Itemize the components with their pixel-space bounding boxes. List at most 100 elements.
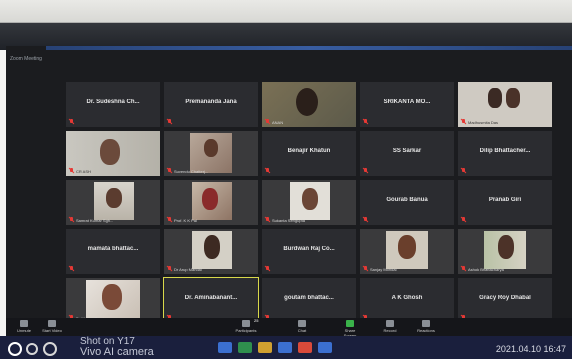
participant-label: Suvendu Chatterj... bbox=[174, 169, 209, 174]
participant-video-tile[interactable]: Dr Arup Mandal bbox=[164, 229, 258, 274]
taskbar-app-icon[interactable] bbox=[218, 342, 232, 353]
participant-video-tile[interactable]: CR ASH bbox=[66, 131, 160, 176]
top-caption bbox=[0, 0, 572, 24]
participant-name: goutam bhattac... bbox=[284, 295, 334, 301]
participant-name: Dr. Aminabanant... bbox=[184, 295, 238, 301]
search-icon[interactable] bbox=[26, 343, 38, 355]
participant-name: SS Sarkar bbox=[392, 148, 422, 154]
record-label: Record bbox=[383, 328, 397, 333]
start-video-label: Start Video bbox=[42, 328, 62, 333]
participant-tile[interactable]: Burdwan Raj Co... bbox=[262, 229, 356, 274]
window-title: Zoom Meeting bbox=[10, 56, 42, 62]
participant-face bbox=[506, 88, 520, 108]
muted-mic-icon bbox=[167, 217, 172, 222]
participants-icon bbox=[242, 320, 250, 327]
participant-video-tile[interactable]: Ashok Bhattacharya bbox=[458, 229, 552, 274]
start-icon[interactable] bbox=[8, 342, 22, 356]
participant-label: Sanjay Mondal bbox=[370, 267, 397, 272]
muted-mic-icon bbox=[265, 266, 270, 271]
muted-mic-icon bbox=[69, 168, 74, 173]
participant-name: Dr. Sudeshna Ch... bbox=[86, 99, 140, 105]
participant-label: Prof. K K Pal bbox=[174, 218, 197, 223]
unmute-button[interactable]: Unmute bbox=[12, 320, 36, 333]
participants-label: Participants bbox=[235, 328, 257, 333]
muted-mic-icon bbox=[167, 266, 172, 271]
participant-tile[interactable]: Benajir Khatun bbox=[262, 131, 356, 176]
muted-mic-icon bbox=[69, 119, 74, 124]
muted-mic-icon bbox=[363, 217, 368, 222]
participant-name: Premananda Jana bbox=[185, 99, 237, 105]
muted-mic-icon bbox=[363, 119, 368, 124]
participant-name: Dilip Bhattacher... bbox=[479, 148, 531, 154]
participant-tile[interactable]: Pranab Giri bbox=[458, 180, 552, 225]
participant-tile[interactable]: Gourab Banua bbox=[360, 180, 454, 225]
zoom-window: Zoom Meeting Dr. Sudeshna Ch... Premanan… bbox=[6, 46, 572, 336]
muted-mic-icon bbox=[265, 119, 270, 124]
participant-video-tile[interactable]: Samrat Kumar Sgh... bbox=[66, 180, 160, 225]
participant-tile[interactable]: Dilip Bhattacher... bbox=[458, 131, 552, 176]
muted-mic-icon bbox=[461, 217, 466, 222]
record-button[interactable]: Record bbox=[378, 320, 402, 333]
participant-label: ANAN bbox=[272, 120, 284, 125]
record-icon bbox=[386, 320, 394, 327]
participant-tile[interactable]: SRIKANTA MO... bbox=[360, 82, 454, 127]
participant-face bbox=[100, 139, 120, 165]
participant-tile[interactable]: SS Sarkar bbox=[360, 131, 454, 176]
participant-name: Pranab Giri bbox=[488, 197, 522, 203]
participants-button[interactable]: Participants 25 bbox=[234, 318, 259, 333]
participant-video-tile[interactable]: Prof. K K Pal bbox=[164, 180, 258, 225]
taskbar-app-icon[interactable] bbox=[258, 342, 272, 353]
chat-button[interactable]: Chat bbox=[290, 320, 314, 333]
participant-face bbox=[202, 188, 218, 210]
participant-video-tile[interactable]: Sukanta Sengupta bbox=[262, 180, 356, 225]
participant-tile[interactable]: Premananda Jana bbox=[164, 82, 258, 127]
participant-face bbox=[296, 88, 318, 116]
participant-grid: Dr. Sudeshna Ch... Premananda Jana ANAN … bbox=[66, 82, 556, 324]
participant-label: Ashok Bhattacharya bbox=[468, 267, 504, 272]
taskbar-app-icon[interactable] bbox=[278, 342, 292, 353]
muted-mic-icon bbox=[69, 266, 74, 271]
camera-watermark-line2: Vivo AI camera bbox=[80, 346, 154, 358]
share-screen-icon bbox=[346, 320, 354, 327]
participant-tile-active-speaker[interactable]: Dr. Aminabanant... bbox=[163, 277, 259, 324]
muted-mic-icon bbox=[461, 119, 466, 124]
participant-video-tile[interactable]: Madhusmita Das bbox=[458, 82, 552, 127]
participant-label: Sukanta Sengupta bbox=[272, 218, 305, 223]
participant-tile[interactable]: goutam bhattac... bbox=[262, 278, 356, 323]
participant-video-tile[interactable]: ANAN bbox=[262, 82, 356, 127]
participant-name: Gracy Roy Dhabal bbox=[479, 295, 531, 301]
participant-name: mamata bhattac... bbox=[87, 246, 139, 252]
muted-mic-icon bbox=[461, 266, 466, 271]
participant-tile[interactable]: Dr. Sudeshna Ch... bbox=[66, 82, 160, 127]
participant-tile[interactable]: A K Ghosh bbox=[360, 278, 454, 323]
participant-face bbox=[102, 284, 122, 310]
taskbar-app-icon[interactable] bbox=[238, 342, 252, 353]
meeting-toolbar: Unmute Start Video Participants 25 Chat … bbox=[6, 318, 572, 338]
participant-label: Dr Arup Mandal bbox=[174, 267, 202, 272]
microphone-icon bbox=[20, 320, 28, 327]
video-camera-icon bbox=[48, 320, 56, 327]
participant-tile[interactable]: mamata bhattac... bbox=[66, 229, 160, 274]
participant-name: Benajir Khatun bbox=[287, 148, 331, 154]
taskbar-app-icon[interactable] bbox=[298, 342, 312, 353]
participant-label: Madhusmita Das bbox=[468, 120, 499, 125]
reactions-button[interactable]: Reactions bbox=[414, 320, 438, 333]
participant-video-tile[interactable]: Suvendu Chatterj... bbox=[164, 131, 258, 176]
participant-name: SRIKANTA MO... bbox=[383, 99, 431, 105]
participant-label: Samrat Kumar Sgh... bbox=[76, 218, 114, 223]
participant-video-tile[interactable]: Sanjay Mondal bbox=[360, 229, 454, 274]
muted-mic-icon bbox=[167, 168, 172, 173]
participant-tile[interactable]: Gracy Roy Dhabal bbox=[458, 278, 552, 323]
muted-mic-icon bbox=[363, 168, 368, 173]
unmute-label: Unmute bbox=[16, 328, 31, 333]
participant-face bbox=[106, 188, 122, 208]
chat-label: Chat bbox=[297, 328, 307, 333]
participant-name: Gourab Banua bbox=[386, 197, 428, 203]
taskbar-app-icon[interactable] bbox=[318, 342, 332, 353]
participant-name: A K Ghosh bbox=[391, 295, 423, 301]
title-bar-strip bbox=[46, 46, 572, 50]
participant-face bbox=[488, 88, 502, 108]
participant-video-tile[interactable]: Dr Manas Pandey bbox=[66, 278, 160, 323]
start-video-button[interactable]: Start Video bbox=[40, 320, 64, 333]
task-view-icon[interactable] bbox=[43, 342, 57, 356]
